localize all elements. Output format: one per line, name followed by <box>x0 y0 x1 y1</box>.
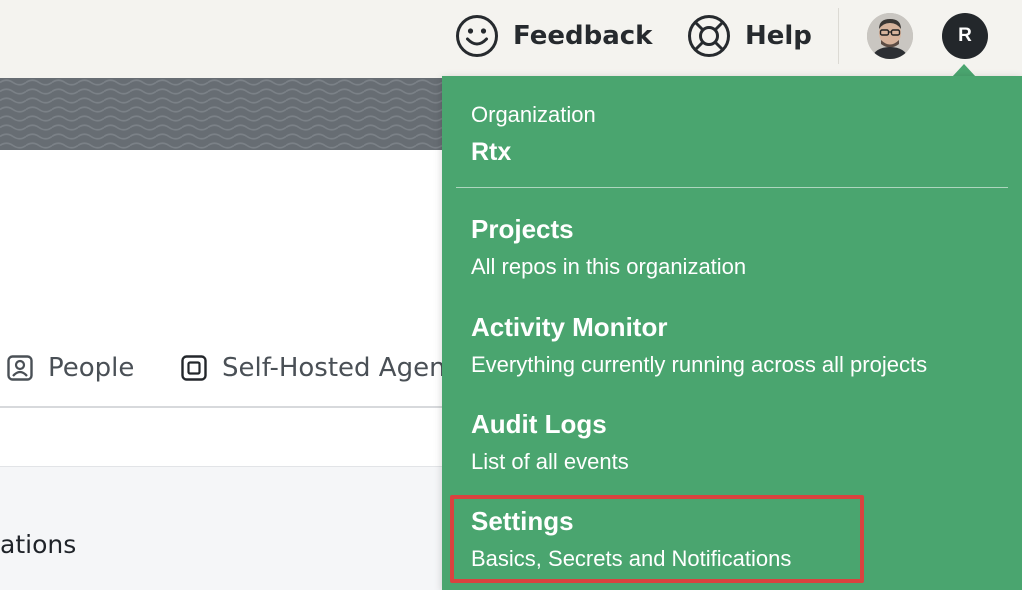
organization-name: Rtx <box>471 138 512 166</box>
tab-people-label: People <box>48 353 135 383</box>
user-photo-icon <box>867 13 913 59</box>
lifebuoy-icon <box>688 15 730 57</box>
top-bar: Feedback Help R <box>0 0 1022 78</box>
feedback-label: Feedback <box>513 21 653 51</box>
help-label: Help <box>745 21 812 51</box>
menu-item-title: Settings <box>471 506 574 536</box>
menu-item-description: List of all events <box>471 449 629 474</box>
smiley-icon <box>456 15 498 57</box>
menu-item-title: Audit Logs <box>471 409 607 439</box>
menu-item-description: Basics, Secrets and Notifications <box>471 546 792 571</box>
menu-item-audit-logs[interactable]: Audit Logs List of all events <box>442 409 1022 501</box>
person-badge-icon <box>7 355 33 381</box>
menu-item-title: Projects <box>471 214 574 244</box>
tab-self-hosted-agents[interactable]: Self-Hosted Agen <box>180 352 446 384</box>
menu-item-activity-monitor[interactable]: Activity Monitor Everything currently ru… <box>442 312 1022 404</box>
organization-avatar[interactable]: R <box>942 13 988 59</box>
menu-item-description: Everything currently running across all … <box>471 352 928 377</box>
menu-item-settings[interactable]: Settings Basics, Secrets and Notificatio… <box>442 495 1022 590</box>
content-partial-text: ations <box>0 530 77 559</box>
organization-dropdown: Organization Rtx Projects All repos in t… <box>442 76 1022 590</box>
agent-chip-icon <box>181 355 207 381</box>
tab-people[interactable]: People <box>6 352 134 384</box>
tab-agents-label: Self-Hosted Agen <box>222 353 446 383</box>
help-button[interactable]: Help <box>687 14 812 58</box>
feedback-button[interactable]: Feedback <box>455 14 652 58</box>
menu-item-projects[interactable]: Projects All repos in this organization <box>442 214 1022 306</box>
user-avatar[interactable] <box>867 13 913 59</box>
menu-item-description: All repos in this organization <box>471 254 747 279</box>
dropdown-divider <box>456 187 1008 188</box>
topbar-divider <box>838 8 839 64</box>
menu-item-title: Activity Monitor <box>471 312 668 342</box>
organization-label: Organization <box>471 102 596 127</box>
